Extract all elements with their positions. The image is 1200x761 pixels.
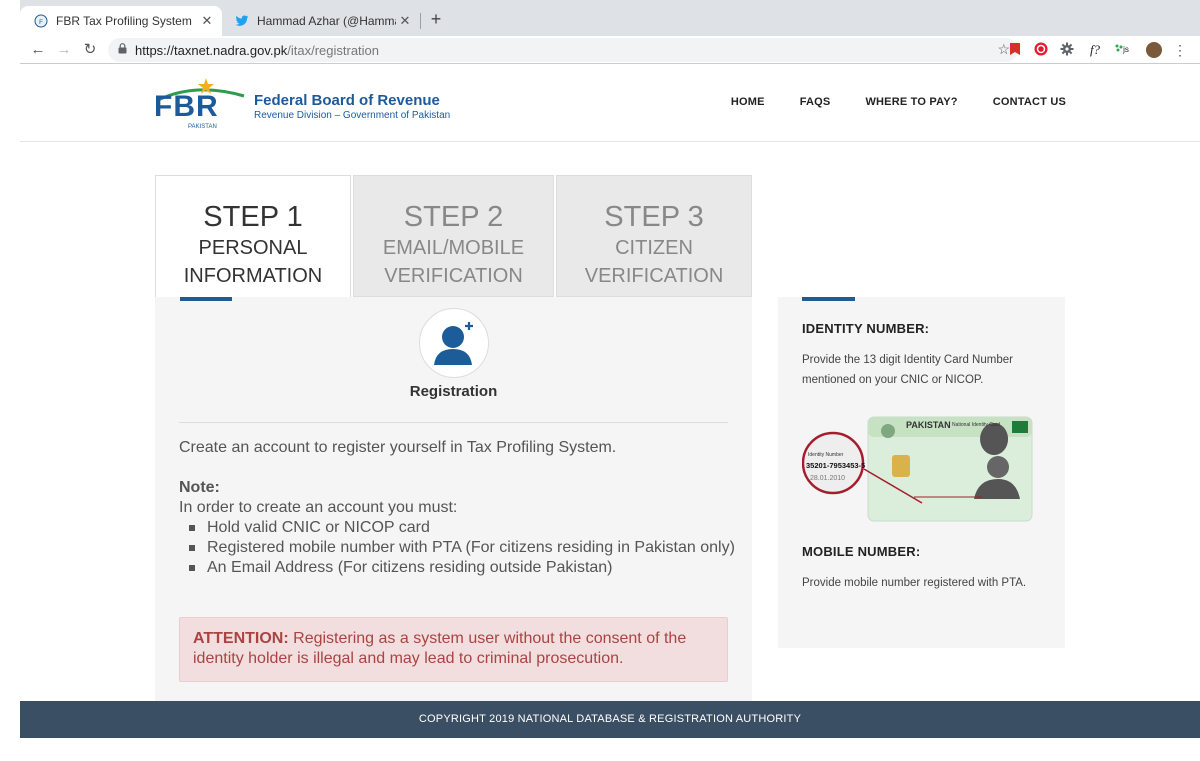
step-number: STEP 2: [403, 201, 504, 233]
requirements-list: Hold valid CNIC or NICOP card Registered…: [189, 518, 739, 578]
site-header: FBR PAKISTAN Federal Board of Revenue Re…: [20, 64, 1200, 142]
site-footer: COPYRIGHT 2019 NATIONAL DATABASE & REGIS…: [20, 701, 1200, 738]
step-tab-1[interactable]: STEP 1 PERSONAL INFORMATION: [155, 175, 351, 297]
panel-divider: [179, 422, 728, 423]
attention-label: ATTENTION:: [193, 630, 289, 647]
step-label: EMAIL/MOBILE VERIFICATION: [382, 237, 525, 287]
twitter-bird-icon: [235, 14, 249, 28]
list-item: Registered mobile number with PTA (For c…: [189, 538, 739, 558]
js-extension-label: js: [1123, 45, 1129, 54]
card-country: PAKISTAN: [906, 420, 951, 430]
help-sidebar: IDENTITY NUMBER: Provide the 13 digit Id…: [778, 297, 1065, 648]
back-arrow-icon[interactable]: ←: [28, 40, 48, 60]
browser-tab-twitter[interactable]: Hammad Azhar (@Hammad_Az ✕: [224, 6, 420, 36]
fbr-logo[interactable]: FBR PAKISTAN Federal Board of Revenue Re…: [154, 78, 454, 130]
identity-number-title: IDENTITY NUMBER:: [802, 321, 930, 336]
browser-chrome: F FBR Tax Profiling System ✕ Hammad Azha…: [20, 0, 1200, 64]
main-nav: HOME FAQS WHERE TO PAY? CONTACT US: [696, 96, 1066, 108]
active-step-indicator: [180, 297, 232, 301]
step-number: STEP 1: [203, 201, 303, 233]
js-extension-icon[interactable]: js: [1112, 42, 1132, 58]
nav-home[interactable]: HOME: [731, 96, 765, 108]
registration-panel: Registration Create an account to regist…: [155, 297, 752, 701]
registration-title: Registration: [409, 383, 498, 400]
svg-text:F: F: [39, 20, 43, 26]
browser-tab-title: Hammad Azhar (@Hammad_Az: [257, 14, 396, 28]
logo-subtitle: Revenue Division – Government of Pakista…: [254, 110, 451, 121]
step-tab-2[interactable]: STEP 2 EMAIL/MOBILE VERIFICATION: [353, 175, 554, 297]
add-user-icon: [419, 308, 489, 378]
card-identity-number: 35201-7953453-5: [806, 461, 866, 470]
tab-strip: F FBR Tax Profiling System ✕ Hammad Azha…: [20, 0, 1200, 36]
browser-tab-fbr[interactable]: F FBR Tax Profiling System ✕: [20, 6, 222, 36]
logo-country: PAKISTAN: [188, 124, 217, 130]
new-tab-button[interactable]: +: [426, 9, 446, 30]
url-path: /itax/registration: [287, 42, 380, 58]
card-date: 28.01.2010: [810, 475, 846, 482]
step-tab-3[interactable]: STEP 3 CITIZEN VERIFICATION: [556, 175, 752, 297]
note-label: Note:: [179, 479, 220, 496]
font-extension-icon[interactable]: f?: [1084, 42, 1106, 58]
fbr-favicon-icon: F: [34, 14, 48, 28]
step-label: CITIZEN VERIFICATION: [584, 237, 724, 287]
close-tab-icon[interactable]: ✕: [396, 13, 414, 29]
adblock-extension-icon[interactable]: [1033, 42, 1049, 58]
close-tab-icon[interactable]: ✕: [198, 13, 216, 29]
attention-alert: ATTENTION: Registering as a system user …: [179, 617, 728, 682]
card-subtitle: National Identity Card: [952, 422, 1001, 428]
browser-toolbar: ← → ↻ https://taxnet.nadra.gov.pk/itax/r…: [20, 36, 1200, 64]
card-id-label: Identity Number: [808, 452, 844, 458]
note-text: In order to create an account you must:: [179, 499, 458, 516]
cnic-illustration: PAKISTAN National Identity Card Identity…: [801, 415, 1038, 525]
step-number: STEP 3: [604, 201, 704, 233]
forward-arrow-icon[interactable]: →: [54, 40, 74, 60]
menu-kebab-icon[interactable]: ⋮: [1172, 42, 1188, 58]
url-host: https://taxnet.nadra.gov.pk: [135, 42, 288, 58]
list-item: An Email Address (For citizens residing …: [189, 558, 739, 578]
gear-extension-icon[interactable]: [1059, 42, 1075, 58]
bookmark-extension-icon[interactable]: [1007, 42, 1023, 58]
browser-tab-title: FBR Tax Profiling System: [56, 14, 192, 28]
profile-avatar[interactable]: [1146, 42, 1162, 58]
intro-text: Create an account to register yourself i…: [179, 439, 617, 456]
identity-number-help: Provide the 13 digit Identity Card Numbe…: [802, 354, 1013, 386]
address-bar[interactable]: https://taxnet.nadra.gov.pk/itax/registr…: [108, 38, 1018, 62]
sidebar-accent: [802, 297, 855, 301]
logo-abbr: FBR: [154, 90, 219, 123]
mobile-number-help: Provide mobile number registered with PT…: [802, 577, 1027, 589]
copyright-text: COPYRIGHT 2019 NATIONAL DATABASE & REGIS…: [418, 713, 802, 725]
nav-contact-us[interactable]: CONTACT US: [993, 96, 1066, 108]
list-item: Hold valid CNIC or NICOP card: [189, 518, 739, 538]
lock-icon: [118, 43, 127, 57]
logo-title: Federal Board of Revenue: [254, 92, 440, 109]
mobile-number-title: MOBILE NUMBER:: [802, 544, 921, 559]
nav-faqs[interactable]: FAQS: [800, 96, 831, 108]
reload-icon[interactable]: ↻: [80, 40, 100, 60]
nav-where-to-pay[interactable]: WHERE TO PAY?: [865, 96, 957, 108]
step-label: PERSONAL INFORMATION: [183, 237, 323, 287]
tab-separator: [420, 13, 421, 29]
